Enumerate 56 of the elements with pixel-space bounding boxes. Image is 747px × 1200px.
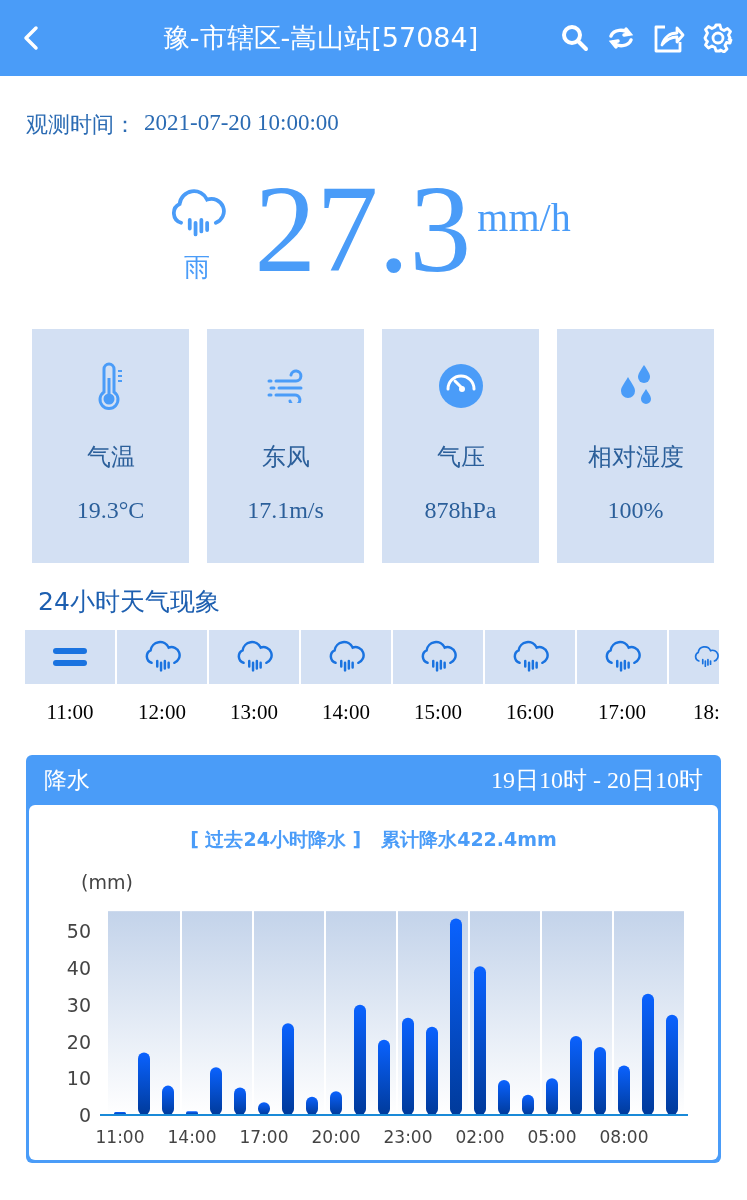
share-icon[interactable] [653,23,685,53]
observation-label: 观测时间： [26,111,136,139]
date-range: 19日10时 - 20日10时 [491,766,703,795]
stat-label: 气压 [436,442,485,473]
hour-label: 18: [693,700,720,725]
hour-label: 16:00 [506,700,554,725]
bar [618,1065,630,1115]
stat-value: 17.1m/s [247,497,324,524]
search-icon[interactable] [561,24,589,52]
stat-label: 气温 [86,442,135,473]
back-icon [22,25,40,51]
settings-icon[interactable] [703,23,733,53]
hour-label: 11:00 [46,700,94,725]
rainfall-value: 27.3 [254,174,472,286]
x-tick-label: 23:00 [383,1127,433,1147]
observation-time: 2021-07-20 10:00:00 [144,110,339,137]
stat-label: 相对湿度 [587,442,684,473]
section-title: 24小时天气现象 [38,586,221,618]
chart-title: [ 过去24小时降水 ] [190,827,362,852]
bar [210,1067,222,1115]
x-tick-label: 11:00 [95,1127,145,1147]
rainfall-unit: mm/h [477,194,571,241]
axis-unit: (mm) [81,871,133,893]
x-tick-label: 17:00 [239,1127,289,1147]
stat-value: 100% [607,497,664,524]
x-tick-label: 20:00 [311,1127,361,1147]
y-tick-label: 30 [66,993,91,1016]
bar [114,1112,126,1115]
y-tick-label: 40 [66,957,91,980]
hour-label: 13:00 [230,700,278,725]
stat-label: 东风 [261,442,310,473]
x-tick-label: 08:00 [599,1127,649,1147]
bar [594,1047,606,1115]
y-tick-label: 10 [66,1067,91,1090]
hour-label: 17:00 [598,700,646,725]
back-button[interactable] [22,25,40,51]
x-tick-label: 02:00 [455,1127,505,1147]
stat-value: 19.3°C [76,497,145,524]
total-rainfall: 累计降水422.4mm [381,827,557,852]
hour-label: 12:00 [138,700,186,725]
stat-value: 878hPa [424,497,497,524]
y-tick-label: 20 [66,1030,91,1053]
y-tick-label: 50 [66,920,91,943]
x-tick-label: 05:00 [527,1127,577,1147]
bar [186,1111,198,1115]
bar [138,1052,150,1115]
gauge-icon [437,363,484,409]
hour-label: 14:00 [322,700,370,725]
station-title: 豫-市辖区-嵩山站[57084] [161,21,480,55]
haze-icon [53,647,87,667]
refresh-icon[interactable] [607,24,635,52]
x-tick-label: 14:00 [167,1127,217,1147]
panel-title: 降水 [44,765,90,795]
weather-label: 雨 [184,251,211,285]
y-tick-label: 0 [78,1104,91,1126]
hour-label: 15:00 [414,700,462,725]
